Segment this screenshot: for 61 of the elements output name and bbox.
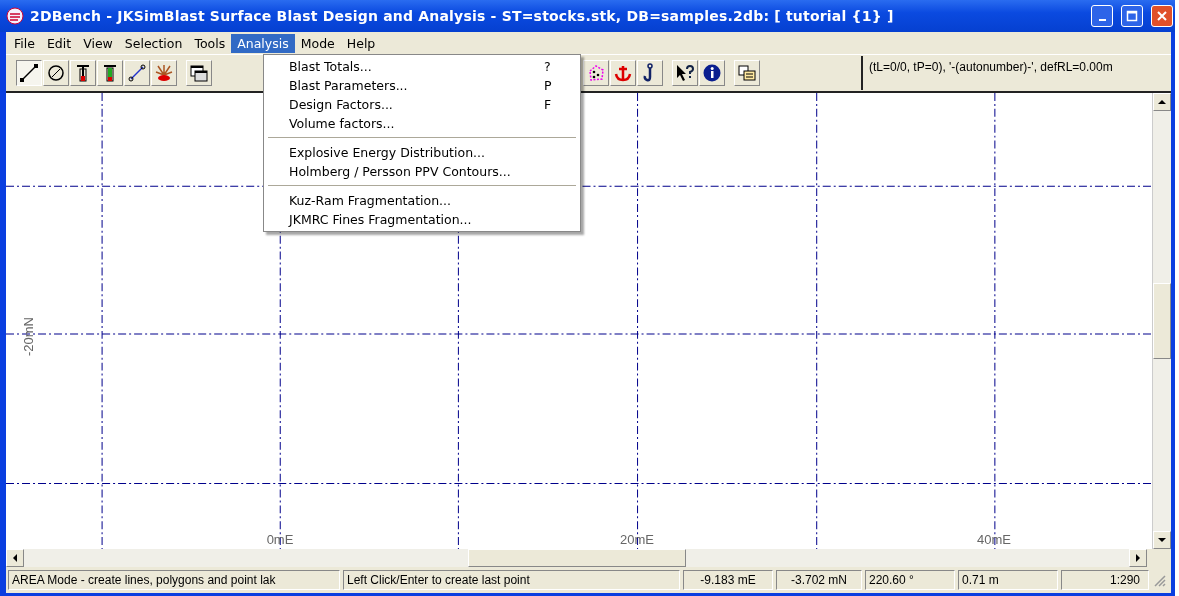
- scroll-down-button[interactable]: [1153, 531, 1171, 549]
- circle-icon: [46, 63, 66, 83]
- window-title: 2DBench - JKSimBlast Surface Blast Design and Analysis - ST=stocks.stk, DB=samples.2db: [ tutorial {1} ]: [30, 8, 895, 24]
- status-text: Left Click/Enter to create last point: [343, 570, 680, 590]
- menu-item[interactable]: Explosive Energy Distribution...: [264, 143, 580, 162]
- toolbar-button[interactable]: [16, 60, 42, 86]
- menu-item[interactable]: Tools: [188, 33, 232, 53]
- line-icon: [19, 63, 39, 83]
- menu-item[interactable]: JKMRC Fines Fragmentation...: [264, 210, 580, 229]
- shortcut-key: P: [544, 78, 580, 93]
- scroll-up-button[interactable]: [1153, 93, 1171, 111]
- menu-item[interactable]: Blast Totals... ?: [264, 57, 580, 76]
- menu-item[interactable]: Mode: [294, 33, 341, 53]
- scroll-left-button[interactable]: [6, 549, 24, 567]
- windows-icon: [189, 63, 209, 83]
- axis-label: 0mE: [266, 532, 294, 547]
- help-pointer-icon: [675, 63, 695, 83]
- resize-grip-icon: [1152, 573, 1166, 587]
- shortcut-key: F: [544, 97, 580, 112]
- down-arrow-icon: [1158, 537, 1166, 543]
- menu-item[interactable]: Kuz-Ram Fragmentation...: [264, 191, 580, 210]
- scroll-right-button[interactable]: [1129, 549, 1147, 567]
- menu-item[interactable]: Holmberg / Persson PPV Contours...: [264, 162, 580, 181]
- status-info-text: (tL=0/0, tP=0), '-(autonumber)-', defRL=0.00m: [861, 56, 1171, 90]
- menu-item[interactable]: Design Factors... F: [264, 95, 580, 114]
- status-text: -3.702 mN: [776, 570, 862, 590]
- minimize-icon: [1098, 19, 1106, 21]
- axis-label: 40mE: [977, 532, 1011, 547]
- status-text: 1:290: [1061, 570, 1149, 590]
- scroll-thumb[interactable]: [1153, 283, 1171, 359]
- menu-item[interactable]: Edit: [40, 33, 78, 53]
- menu-item[interactable]: File: [8, 33, 41, 53]
- up-arrow-icon: [1158, 99, 1166, 105]
- menu-item[interactable]: Blast Parameters... P: [264, 76, 580, 95]
- scroll-thumb[interactable]: [468, 549, 686, 567]
- shortcut-key: ?: [544, 59, 580, 74]
- dots-icon: [586, 63, 606, 83]
- segment-icon: [127, 63, 147, 83]
- maximize-icon: [1126, 10, 1138, 22]
- right-arrow-icon: [1135, 554, 1141, 562]
- app-icon: [6, 7, 24, 25]
- menu-item[interactable]: Analysis: [231, 33, 295, 53]
- status-text: 220.60 °: [865, 570, 955, 590]
- close-button[interactable]: [1151, 5, 1173, 27]
- axis-label: -20mN: [20, 316, 36, 356]
- minimize-button[interactable]: [1091, 5, 1113, 27]
- menu-item[interactable]: Volume factors...: [264, 114, 580, 133]
- close-icon: [1156, 10, 1168, 22]
- left-arrow-icon: [12, 554, 18, 562]
- status-text: -9.183 mE: [683, 570, 773, 590]
- menu-item[interactable]: View: [77, 33, 119, 53]
- menu-item[interactable]: Help: [340, 33, 382, 53]
- maximize-button[interactable]: [1121, 5, 1143, 27]
- blast-icon: [154, 63, 174, 83]
- info-icon: [702, 63, 722, 83]
- axis-label: 20mE: [620, 532, 654, 547]
- anchor-icon: [613, 63, 633, 83]
- menu-item[interactable]: Selection: [118, 33, 189, 53]
- copy-icon: [737, 63, 757, 83]
- status-text: 0.71 m: [958, 570, 1058, 590]
- status-text: AREA Mode - create lines, polygons and point lak: [8, 570, 340, 590]
